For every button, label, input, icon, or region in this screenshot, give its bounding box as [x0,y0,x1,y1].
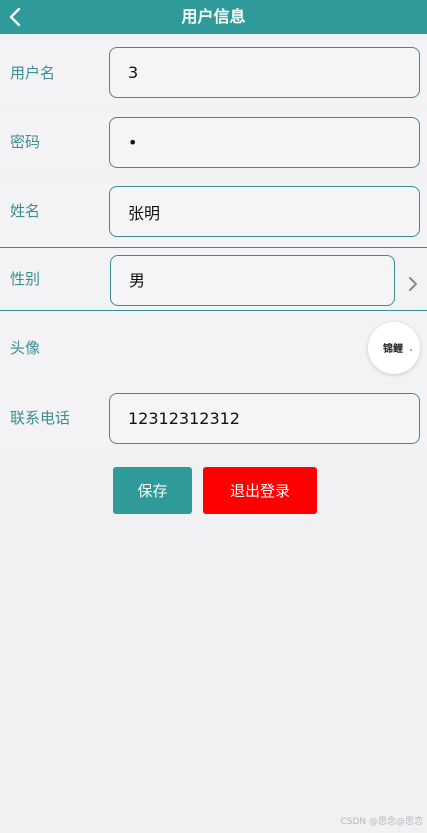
username-label: 用户名 [10,64,56,82]
header-bar: 用户信息 [0,0,427,34]
username-row: 用户名 [0,40,427,105]
name-input[interactable] [109,186,420,237]
avatar-calligraphy-image: 锦鲤 [383,342,412,355]
password-row: 密码 [0,110,427,175]
chevron-right-icon[interactable] [406,276,420,292]
gender-label: 性别 [10,270,41,288]
username-input[interactable] [109,47,420,98]
avatar-label: 头像 [10,339,41,357]
avatar-image-text: 锦鲤 [383,342,403,355]
save-button[interactable]: 保存 [113,467,192,514]
watermark: CSDN @思念@思恋 [340,817,423,827]
password-input[interactable] [109,117,420,168]
page-title: 用户信息 [181,7,246,26]
avatar-row: 头像 [0,311,427,382]
name-row: 姓名 [0,179,427,246]
avatar[interactable]: 锦鲤 [368,322,420,374]
gender-select[interactable]: 男 [110,255,395,306]
name-label: 姓名 [10,202,41,220]
password-label: 密码 [10,133,41,151]
phone-row: 联系电话 [0,386,427,451]
phone-input[interactable] [109,393,420,444]
gender-row[interactable]: 性别 男 [0,248,427,310]
phone-label: 联系电话 [10,409,71,427]
logout-button[interactable]: 退出登录 [203,467,317,514]
